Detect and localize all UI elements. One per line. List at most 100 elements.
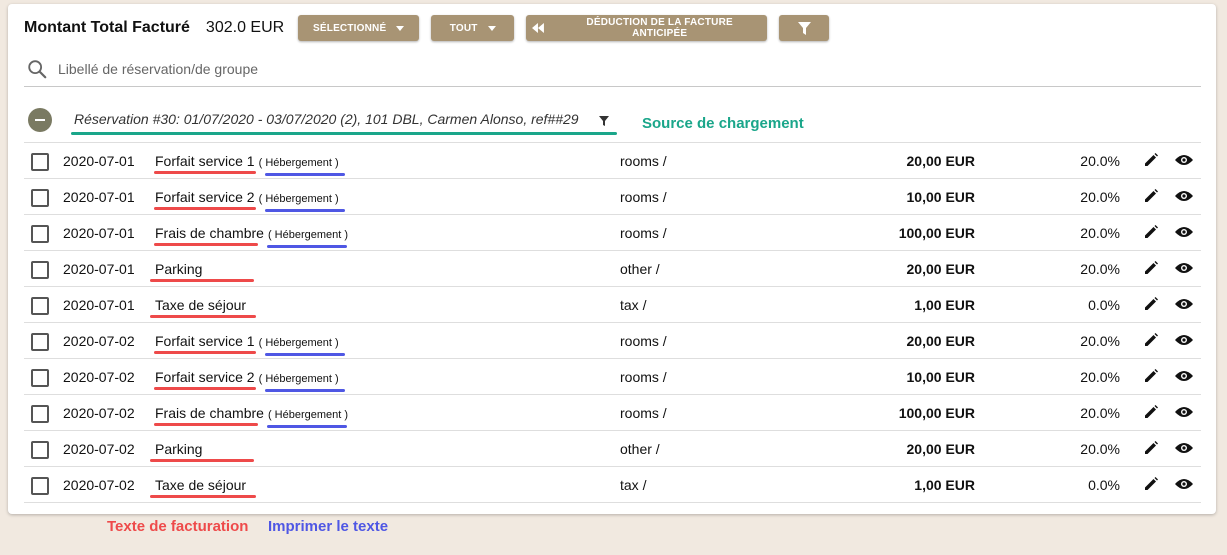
- print-text-underline: [265, 209, 345, 212]
- edit-icon[interactable]: [1144, 261, 1158, 275]
- row-description[interactable]: Parking: [155, 261, 202, 277]
- filter-icon: [797, 21, 811, 35]
- row-vat: 0.0%: [1088, 477, 1120, 493]
- selected-dropdown-button[interactable]: SÉLECTIONNÉ: [298, 15, 420, 41]
- row-checkbox[interactable]: [31, 369, 49, 387]
- edit-icon[interactable]: [1144, 369, 1158, 383]
- toolbar: Montant Total Facturé 302.0 EUR SÉLECTIO…: [24, 14, 841, 42]
- row-vat: 20.0%: [1080, 261, 1120, 277]
- all-dropdown-button[interactable]: TOUT: [431, 15, 515, 41]
- row-amount: 100,00 EUR: [898, 225, 975, 241]
- total-label: Montant Total Facturé: [24, 19, 190, 36]
- row-category: rooms /: [620, 405, 667, 421]
- reservation-group-header: Réservation #30: 01/07/2020 - 03/07/2020…: [28, 108, 1178, 138]
- edit-icon[interactable]: [1144, 189, 1158, 203]
- row-amount: 1,00 EUR: [914, 297, 975, 313]
- row-checkbox[interactable]: [31, 441, 49, 459]
- row-description[interactable]: Forfait service 2( Hébergement ): [155, 369, 339, 385]
- row-vat: 20.0%: [1080, 333, 1120, 349]
- row-vat: 20.0%: [1080, 153, 1120, 169]
- row-vat: 20.0%: [1080, 225, 1120, 241]
- deduct-advance-invoice-button[interactable]: DÉDUCTION DE LA FACTURE ANTICIPÉE: [526, 15, 768, 41]
- row-category: rooms /: [620, 225, 667, 241]
- view-icon[interactable]: [1175, 334, 1193, 346]
- table-row: 2020-07-01 Forfait service 2( Hébergement…: [24, 178, 1201, 214]
- row-checkbox[interactable]: [31, 189, 49, 207]
- billing-text: Taxe de séjour: [155, 297, 247, 313]
- row-date: 2020-07-02: [63, 477, 135, 493]
- row-date: 2020-07-01: [63, 261, 135, 277]
- collapse-group-button[interactable]: [28, 108, 52, 132]
- row-description[interactable]: Taxe de séjour: [155, 477, 246, 493]
- billing-text-underline: [154, 171, 256, 174]
- row-checkbox[interactable]: [31, 225, 49, 243]
- billing-text: Forfait service 1: [155, 153, 255, 169]
- view-icon[interactable]: [1175, 262, 1193, 274]
- billing-text: Parking: [155, 261, 203, 277]
- row-vat: 20.0%: [1080, 189, 1120, 205]
- minus-icon: [35, 119, 45, 121]
- row-checkbox[interactable]: [31, 333, 49, 351]
- row-checkbox[interactable]: [31, 261, 49, 279]
- view-icon[interactable]: [1175, 370, 1193, 382]
- print-text-tag: ( Hébergement ): [258, 373, 339, 385]
- row-amount: 20,00 EUR: [906, 153, 975, 169]
- view-icon[interactable]: [1175, 442, 1193, 454]
- print-text-tag: ( Hébergement ): [258, 193, 339, 205]
- row-description[interactable]: Frais de chambre( Hébergement ): [155, 225, 348, 241]
- row-category: rooms /: [620, 333, 667, 349]
- row-description[interactable]: Forfait service 2( Hébergement ): [155, 189, 339, 205]
- search-input[interactable]: [56, 60, 660, 78]
- row-description[interactable]: Parking: [155, 441, 202, 457]
- edit-icon[interactable]: [1144, 153, 1158, 167]
- billing-text: Taxe de séjour: [155, 477, 247, 493]
- edit-icon[interactable]: [1144, 477, 1158, 491]
- row-category: other /: [620, 261, 660, 277]
- row-date: 2020-07-01: [63, 153, 135, 169]
- row-description[interactable]: Forfait service 1( Hébergement ): [155, 153, 339, 169]
- row-vat: 20.0%: [1080, 441, 1120, 457]
- view-icon[interactable]: [1175, 478, 1193, 490]
- print-text-tag: ( Hébergement ): [267, 229, 349, 241]
- table-row: 2020-07-01 Forfait service 1( Hébergement…: [24, 142, 1201, 178]
- table-row: 2020-07-02 Forfait service 2( Hébergement…: [24, 358, 1201, 394]
- print-text-underline: [267, 245, 347, 248]
- group-filter-icon[interactable]: [599, 116, 609, 126]
- row-date: 2020-07-01: [63, 297, 135, 313]
- view-icon[interactable]: [1175, 298, 1193, 310]
- view-icon[interactable]: [1175, 406, 1193, 418]
- row-checkbox[interactable]: [31, 405, 49, 423]
- view-icon[interactable]: [1175, 154, 1193, 166]
- billing-text-underline: [150, 315, 256, 318]
- row-description[interactable]: Taxe de séjour: [155, 297, 246, 313]
- row-vat: 0.0%: [1088, 297, 1120, 313]
- edit-icon[interactable]: [1144, 225, 1158, 239]
- row-checkbox[interactable]: [31, 477, 49, 495]
- row-checkbox[interactable]: [31, 153, 49, 171]
- table-row: 2020-07-02 Taxe de séjour tax / 1,00 EUR 0.0…: [24, 466, 1201, 503]
- edit-icon[interactable]: [1144, 297, 1158, 311]
- print-text-tag: ( Hébergement ): [267, 409, 349, 421]
- edit-icon[interactable]: [1144, 441, 1158, 455]
- row-amount: 20,00 EUR: [906, 441, 975, 457]
- view-icon[interactable]: [1175, 226, 1193, 238]
- row-date: 2020-07-01: [63, 225, 135, 241]
- row-category: other /: [620, 441, 660, 457]
- row-description[interactable]: Frais de chambre( Hébergement ): [155, 405, 348, 421]
- edit-icon[interactable]: [1144, 333, 1158, 347]
- row-amount: 10,00 EUR: [906, 369, 975, 385]
- billing-text-underline: [154, 207, 256, 210]
- filter-button[interactable]: [779, 15, 830, 41]
- reservation-group-label[interactable]: Réservation #30: 01/07/2020 - 03/07/2020…: [74, 111, 579, 127]
- row-date: 2020-07-02: [63, 333, 135, 349]
- all-button-label: TOUT: [449, 22, 478, 34]
- row-description[interactable]: Forfait service 1( Hébergement ): [155, 333, 339, 349]
- billing-text-underline: [154, 423, 258, 426]
- print-text-tag: ( Hébergement ): [258, 157, 339, 169]
- edit-icon[interactable]: [1144, 405, 1158, 419]
- table-row: 2020-07-01 Frais de chambre( Hébergement …: [24, 214, 1201, 250]
- billing-text-underline: [150, 459, 254, 462]
- view-icon[interactable]: [1175, 190, 1193, 202]
- row-amount: 100,00 EUR: [898, 405, 975, 421]
- row-checkbox[interactable]: [31, 297, 49, 315]
